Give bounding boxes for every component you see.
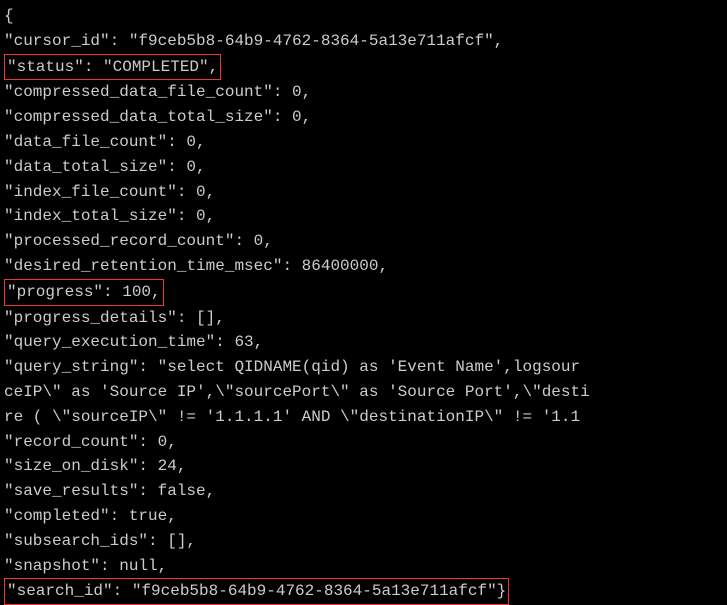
compressed-data-file-count-line: "compressed_data_file_count": 0,: [4, 80, 723, 105]
completed-line: "completed": true,: [4, 504, 723, 529]
size-on-disk-line: "size_on_disk": 24,: [4, 454, 723, 479]
snapshot-line: "snapshot": null,: [4, 554, 723, 579]
search-id-line-container: "search_id": "f9ceb5b8-64b9-4762-8364-5a…: [4, 578, 723, 605]
data-file-count-line: "data_file_count": 0,: [4, 130, 723, 155]
compressed-data-total-size-line: "compressed_data_total_size": 0,: [4, 105, 723, 130]
cursor-id-line: "cursor_id": "f9ceb5b8-64b9-4762-8364-5a…: [4, 29, 723, 54]
json-open-brace: {: [4, 4, 723, 29]
record-count-line: "record_count": 0,: [4, 430, 723, 455]
search-id-highlight: "search_id": "f9ceb5b8-64b9-4762-8364-5a…: [4, 578, 509, 605]
query-string-line-3: re ( \"sourceIP\" != '1.1.1.1' AND \"des…: [4, 405, 723, 430]
progress-line-container: "progress": 100,: [4, 279, 723, 306]
progress-highlight: "progress": 100,: [4, 279, 164, 306]
desired-retention-time-msec-line: "desired_retention_time_msec": 86400000,: [4, 254, 723, 279]
data-total-size-line: "data_total_size": 0,: [4, 155, 723, 180]
subsearch-ids-line: "subsearch_ids": [],: [4, 529, 723, 554]
index-total-size-line: "index_total_size": 0,: [4, 204, 723, 229]
query-execution-time-line: "query_execution_time": 63,: [4, 330, 723, 355]
progress-details-line: "progress_details": [],: [4, 306, 723, 331]
query-string-line-2: ceIP\" as 'Source IP',\"sourcePort\" as …: [4, 380, 723, 405]
save-results-line: "save_results": false,: [4, 479, 723, 504]
index-file-count-line: "index_file_count": 0,: [4, 180, 723, 205]
query-string-line-1: "query_string": "select QIDNAME(qid) as …: [4, 355, 723, 380]
status-line-container: "status": "COMPLETED",: [4, 54, 723, 81]
status-highlight: "status": "COMPLETED",: [4, 54, 221, 81]
processed-record-count-line: "processed_record_count": 0,: [4, 229, 723, 254]
